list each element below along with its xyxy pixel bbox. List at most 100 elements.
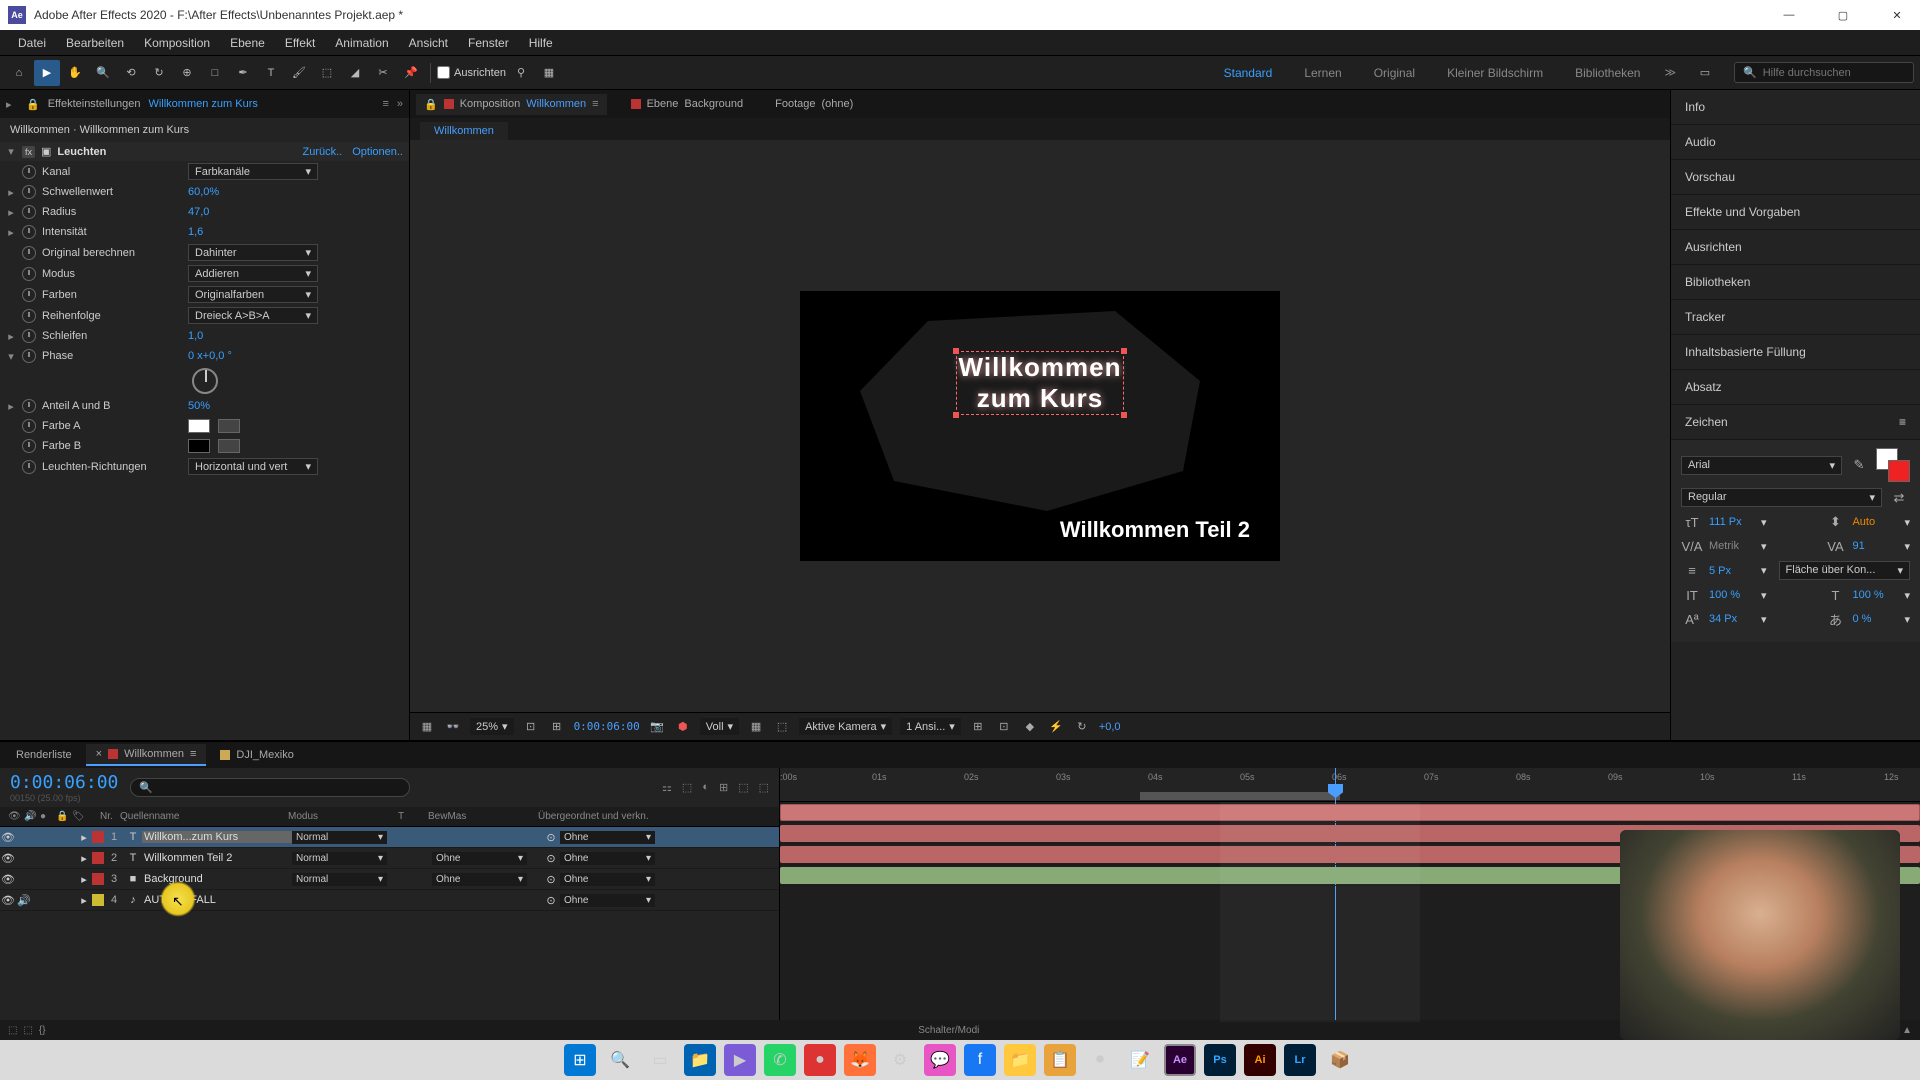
prop-schwelle-value[interactable]: 60,0% [188, 186, 219, 198]
roi-icon[interactable]: ⊞ [548, 718, 566, 736]
3d-icon[interactable]: ⬚ [773, 718, 791, 736]
taskbar-obs[interactable]: ⏺ [1084, 1044, 1116, 1076]
font-weight-dropdown[interactable]: Regular▾ [1681, 488, 1882, 507]
layer-name[interactable]: Background [142, 873, 292, 885]
grid-icon[interactable]: ⊡ [995, 718, 1013, 736]
baseline-value[interactable]: 34 Px [1709, 613, 1755, 625]
layer-name[interactable]: AUTOUNFALL [142, 894, 292, 906]
motionblur-icon[interactable]: ◐ [702, 781, 709, 794]
snap-options-icon[interactable]: ⚲ [508, 60, 534, 86]
toggle-brainstorm-icon[interactable]: {} [39, 1025, 46, 1036]
snap-checkbox[interactable]: Ausrichten [437, 66, 506, 79]
timeline-search[interactable]: 🔍 [130, 778, 410, 797]
kerning-value[interactable]: Metrik [1709, 540, 1755, 552]
font-size-value[interactable]: 111 Px [1709, 516, 1755, 528]
stopwatch-icon[interactable] [22, 185, 36, 199]
timeline-timecode[interactable]: 0:00:06:00 [10, 772, 118, 793]
panel-absatz[interactable]: Absatz [1671, 370, 1920, 405]
canvas-text-subtitle[interactable]: Willkommen Teil 2 [1060, 517, 1250, 543]
puppet-tool[interactable]: 📌 [398, 60, 424, 86]
menu-animation[interactable]: Animation [325, 32, 398, 54]
prop-richtungen-value[interactable]: Horizontal und vert▾ [188, 458, 318, 475]
snap-grid-icon[interactable]: ▦ [536, 60, 562, 86]
home-button[interactable]: ⌂ [6, 60, 32, 86]
taskbar-firefox[interactable]: 🦊 [844, 1044, 876, 1076]
taskbar-photoshop[interactable]: Ps [1204, 1044, 1236, 1076]
view-dropdown[interactable]: 1 Ansi...▾ [900, 718, 961, 735]
panel-tracker[interactable]: Tracker [1671, 300, 1920, 335]
tab-willkommen[interactable]: ×Willkommen≡ [86, 744, 207, 766]
prop-kanal-value[interactable]: Farbkanäle▾ [188, 163, 318, 180]
timeline-layer-row[interactable]: 👁 🔊 ▸ 4 ♪ AUTOUNFALL ⊙ Ohne▾ [0, 890, 779, 911]
effect-tab-layer[interactable]: Willkommen zum Kurs [148, 98, 257, 110]
prop-modus-value[interactable]: Addieren▾ [188, 265, 318, 282]
brush-tool[interactable]: 🖌 [286, 60, 312, 86]
pickwhip-icon[interactable]: ⊙ [542, 873, 560, 886]
parent-dropdown[interactable]: Ohne▾ [560, 894, 655, 907]
zoom-dropdown[interactable]: 25%▾ [470, 718, 514, 735]
phase-dial[interactable] [192, 368, 218, 394]
eyedropper-icon[interactable]: ✎ [1848, 456, 1870, 474]
panel-zeichen-header[interactable]: Zeichen≡ [1671, 405, 1920, 440]
composition-canvas[interactable]: Willkommen zum Kurs Willkommen Teil 2 [410, 140, 1670, 712]
prop-reihenfolge-value[interactable]: Dreieck A>B>A▾ [188, 307, 318, 324]
menu-ebene[interactable]: Ebene [220, 32, 275, 54]
taskbar-app4[interactable]: 📋 [1044, 1044, 1076, 1076]
taskbar-whatsapp[interactable]: ✆ [764, 1044, 796, 1076]
comp-tab-background[interactable]: Ebene Background [623, 94, 752, 114]
trkmat-dropdown[interactable]: Ohne▾ [432, 873, 527, 886]
pickwhip-icon[interactable]: ⊙ [542, 831, 560, 844]
fx-badge[interactable]: fx [22, 146, 35, 158]
panel-menu-icon[interactable]: ≡ [1899, 415, 1906, 429]
effect-title-row[interactable]: ▾ fx ▣ Leuchten Zurück.. Optionen.. [0, 142, 409, 161]
panel-expand-icon[interactable]: ▸ [6, 98, 18, 111]
trkmat-dropdown[interactable]: Ohne▾ [432, 852, 527, 865]
effect-reset-link[interactable]: Zurück.. [303, 146, 343, 158]
panel-info[interactable]: Info [1671, 90, 1920, 125]
layer-name[interactable]: Willkom...zum Kurs [142, 831, 292, 843]
workspace-original[interactable]: Original [1366, 62, 1423, 84]
pixel-icon[interactable]: ◆ [1021, 718, 1039, 736]
comp-tab-willkommen[interactable]: 🔒 Komposition Willkommen ≡ [416, 94, 607, 115]
panel-bibliotheken[interactable]: Bibliotheken [1671, 265, 1920, 300]
visibility-toggle[interactable]: 👁 [0, 894, 16, 907]
fill-stroke-colors[interactable] [1876, 448, 1910, 482]
panel-vorschau[interactable]: Vorschau [1671, 160, 1920, 195]
brainstorm-icon[interactable]: ⬚ [738, 781, 748, 794]
mask-icon[interactable]: 👓 [444, 718, 462, 736]
layer-bar-1[interactable] [780, 804, 1920, 821]
refresh-icon[interactable]: ↻ [1073, 718, 1091, 736]
timeline-layer-row[interactable]: 👁 ▸ 1 T Willkom...zum Kurs Normal▾ ⊙ Ohn… [0, 827, 779, 848]
fill-option-dropdown[interactable]: Fläche über Kon...▾ [1779, 561, 1910, 580]
render-icon[interactable]: ⬚ [759, 781, 769, 794]
eraser-tool[interactable]: ◢ [342, 60, 368, 86]
transparency-icon[interactable]: ▦ [747, 718, 765, 736]
font-family-dropdown[interactable]: Arial▾ [1681, 456, 1842, 475]
timeline-layer-row[interactable]: 👁 ▸ 2 T Willkommen Teil 2 Normal▾ Ohne▾ … [0, 848, 779, 869]
text-tool[interactable]: T [258, 60, 284, 86]
maximize-button[interactable]: ▢ [1828, 5, 1858, 25]
prop-intensitaet-value[interactable]: 1,6 [188, 226, 203, 238]
help-search-input[interactable] [1763, 67, 1905, 79]
menu-datei[interactable]: Datei [8, 32, 56, 54]
label-color[interactable] [92, 894, 104, 906]
tab-renderliste[interactable]: Renderliste [6, 745, 82, 765]
resolution-dropdown[interactable]: Voll▾ [700, 718, 739, 735]
toggle-switches-icon[interactable]: ⬚ [8, 1025, 17, 1036]
toggle-modes-icon[interactable]: ⬚ [23, 1025, 32, 1036]
prop-schleifen-value[interactable]: 1,0 [188, 330, 203, 342]
taskbar-app5[interactable]: 📦 [1324, 1044, 1356, 1076]
stopwatch-icon[interactable] [22, 399, 36, 413]
workspace-bibliotheken[interactable]: Bibliotheken [1567, 62, 1648, 84]
help-search[interactable]: 🔍 [1734, 62, 1914, 83]
layer-name[interactable]: Willkommen Teil 2 [142, 852, 292, 864]
vscale-value[interactable]: 100 % [1709, 589, 1755, 601]
menu-effekt[interactable]: Effekt [275, 32, 325, 54]
taskbar-taskview[interactable]: ▭ [644, 1044, 676, 1076]
footer-timecode[interactable]: 0:00:06:00 [574, 720, 640, 733]
label-color[interactable] [92, 831, 104, 843]
channel-icon[interactable]: ⬢ [674, 718, 692, 736]
parent-dropdown[interactable]: Ohne▾ [560, 831, 655, 844]
stopwatch-icon[interactable] [22, 267, 36, 281]
menu-fenster[interactable]: Fenster [458, 32, 519, 54]
